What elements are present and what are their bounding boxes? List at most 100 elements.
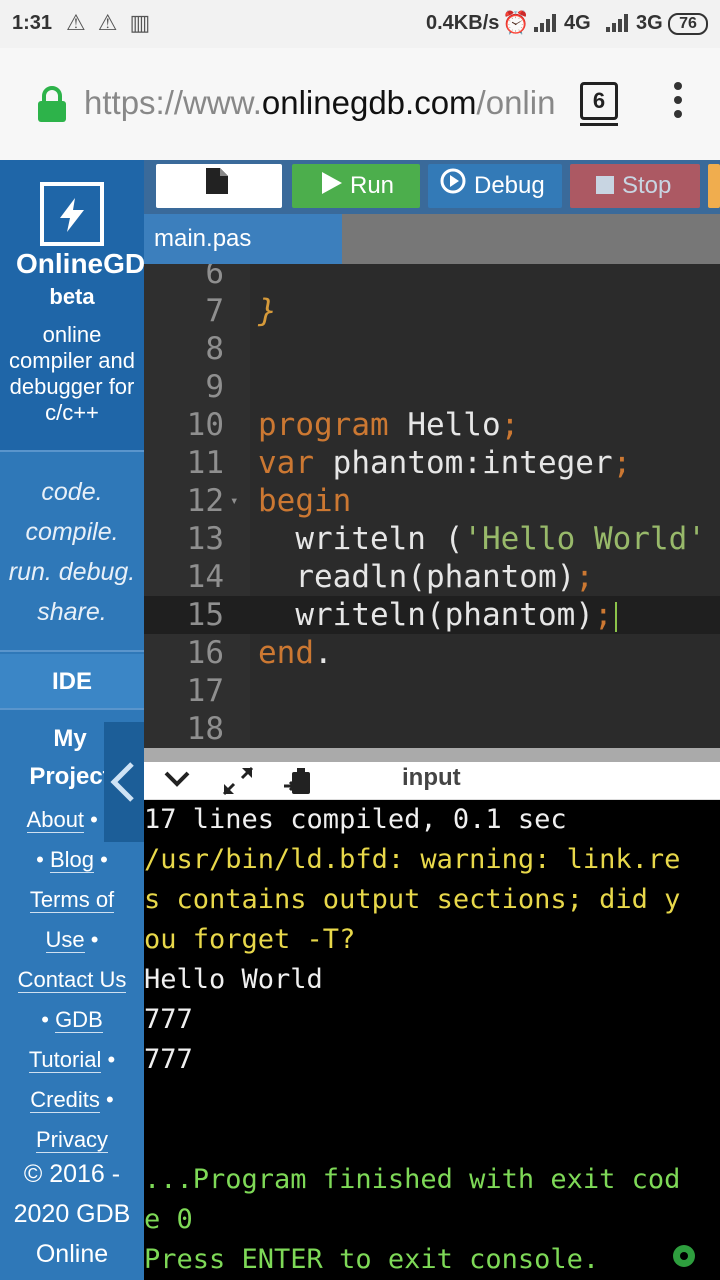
sidebar-item-ide[interactable]: IDE bbox=[0, 654, 144, 710]
link-gdb[interactable]: GDB bbox=[55, 1007, 103, 1033]
text-cursor bbox=[614, 601, 617, 632]
panel-resizer[interactable] bbox=[144, 748, 720, 762]
link-contact[interactable]: Contact Us bbox=[17, 967, 127, 993]
line-number: 11 bbox=[186, 445, 224, 481]
settings-gear-icon[interactable] bbox=[672, 1240, 696, 1267]
motto: code. compile. run. debug. share. bbox=[0, 472, 144, 632]
logo-icon[interactable] bbox=[40, 182, 104, 246]
code-line: 12 ▾ begin bbox=[144, 482, 720, 520]
network-type-2: 3G bbox=[636, 12, 663, 34]
network-type-1: 4G bbox=[564, 12, 591, 34]
code-text: begin bbox=[258, 483, 352, 519]
clipboard-icon[interactable] bbox=[284, 766, 314, 801]
collapse-sidebar-button[interactable] bbox=[104, 722, 144, 842]
signal-icon-2 bbox=[606, 14, 632, 32]
code-editor[interactable]: 6 7 } 8 9 10 program Hello; 11 var phant… bbox=[144, 264, 720, 748]
code-line: 9 bbox=[144, 368, 720, 406]
link-blog[interactable]: Blog bbox=[49, 847, 95, 873]
new-file-button[interactable] bbox=[156, 164, 282, 208]
code-line: 8 bbox=[144, 330, 720, 368]
sidebar: OnlineGD beta online compiler and debugg… bbox=[0, 160, 144, 1280]
play-icon bbox=[322, 165, 342, 209]
sidebar-header: OnlineGD beta online compiler and debugg… bbox=[0, 160, 144, 450]
code-line: 11 var phantom:integer; bbox=[144, 444, 720, 482]
line-number: 6 bbox=[205, 264, 224, 291]
status-bar: 1:31 ⚠⚠▥ 0.4KB/s ⏰ 4G 3G 76 bbox=[0, 0, 720, 48]
signal-icon bbox=[534, 14, 560, 32]
lock-icon bbox=[38, 86, 66, 122]
debug-label: Debug bbox=[474, 172, 545, 199]
battery-icon: 76 bbox=[668, 13, 708, 35]
motto-line: code. bbox=[41, 478, 103, 506]
line-number: 13 bbox=[186, 521, 224, 557]
link-terms[interactable]: Terms of bbox=[29, 887, 115, 913]
more-button[interactable] bbox=[708, 164, 720, 208]
editor-toolbar: Run Debug Stop bbox=[144, 160, 720, 214]
line-number: 12 bbox=[186, 483, 224, 519]
code-text: writeln ('Hello World' bbox=[258, 521, 706, 557]
code-text: writeln(phantom); bbox=[258, 596, 617, 634]
line-number: 7 bbox=[205, 293, 224, 329]
code-line: 17 bbox=[144, 672, 720, 710]
code-text: var phantom:integer; bbox=[258, 445, 632, 481]
line-number: 17 bbox=[186, 673, 224, 709]
run-label: Run bbox=[350, 172, 395, 199]
chevron-down-icon[interactable] bbox=[164, 770, 190, 793]
run-button[interactable]: Run bbox=[292, 164, 420, 208]
code-text: } bbox=[258, 293, 277, 329]
link-credits[interactable]: Credits bbox=[30, 1087, 100, 1113]
line-number: 18 bbox=[186, 711, 224, 747]
url-field[interactable]: https://www.onlinegdb.com/onlin bbox=[84, 84, 559, 122]
overflow-menu-icon[interactable] bbox=[668, 82, 688, 122]
console-output[interactable]: 17 lines compiled, 0.1 sec /usr/bin/ld.b… bbox=[144, 800, 720, 1280]
brand-name[interactable]: OnlineGD bbox=[16, 248, 144, 280]
screen: 1:31 ⚠⚠▥ 0.4KB/s ⏰ 4G 3G 76 https://www.… bbox=[0, 0, 720, 1280]
link-privacy[interactable]: Privacy bbox=[35, 1127, 109, 1153]
status-time: 1:31 bbox=[12, 12, 53, 34]
stop-button[interactable]: Stop bbox=[570, 164, 700, 208]
input-label[interactable]: input bbox=[402, 764, 461, 792]
expand-icon[interactable] bbox=[222, 766, 254, 801]
tab-main-pas[interactable]: main.pas bbox=[144, 214, 342, 264]
line-number: 16 bbox=[186, 635, 224, 671]
footer-links: About • F • Blog • Terms of Use • Contac… bbox=[17, 807, 127, 1153]
line-number: 14 bbox=[186, 559, 224, 595]
tagline: online compiler and debugger for c/c++ bbox=[9, 322, 135, 425]
motto-line: share. bbox=[37, 598, 107, 626]
line-number: 10 bbox=[186, 407, 224, 443]
console-line: 17 lines compiled, 0.1 sec bbox=[144, 804, 567, 835]
link-tutorial[interactable]: Tutorial bbox=[28, 1047, 102, 1073]
divider bbox=[0, 450, 144, 452]
code-line: 16 end. bbox=[144, 634, 720, 672]
copyright: © 2016 - 2020 GDB Online bbox=[13, 1160, 131, 1268]
motto-line: compile. bbox=[25, 518, 119, 546]
debug-icon bbox=[440, 165, 466, 209]
code-line: 18 bbox=[144, 710, 720, 748]
console-line: Hello World bbox=[144, 964, 323, 995]
debug-button[interactable]: Debug bbox=[428, 164, 562, 208]
console-line: 777 bbox=[144, 1004, 193, 1035]
code-line: 14 readln(phantom); bbox=[144, 558, 720, 596]
link-terms-use[interactable]: Use bbox=[45, 927, 85, 953]
divider bbox=[0, 708, 144, 710]
file-icon bbox=[206, 165, 228, 209]
line-number: 15 bbox=[186, 597, 224, 633]
file-tabs: main.pas bbox=[144, 214, 720, 264]
url-host: onlinegdb.com bbox=[261, 84, 477, 121]
stop-label: Stop bbox=[622, 172, 672, 199]
code-text: end. bbox=[258, 635, 333, 671]
url-path: /onlin bbox=[476, 84, 556, 121]
alarm-icon: ⏰ bbox=[502, 10, 530, 35]
console-line: ou forget -T? bbox=[144, 924, 356, 955]
brand-beta: beta bbox=[49, 284, 95, 309]
console-line: 777 bbox=[144, 1044, 193, 1075]
line-number: 9 bbox=[205, 369, 224, 405]
fold-arrow-icon[interactable]: ▾ bbox=[230, 482, 238, 520]
code-line: 6 bbox=[144, 264, 720, 292]
link-about[interactable]: About bbox=[26, 807, 85, 833]
tab-switcher-button[interactable]: 6 bbox=[580, 82, 618, 126]
motto-line: run. debug. bbox=[8, 558, 136, 586]
console-line: e 0 bbox=[144, 1204, 193, 1235]
